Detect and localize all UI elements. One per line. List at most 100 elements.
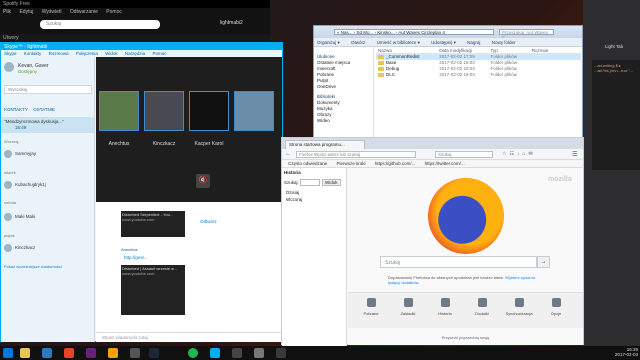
bookmark[interactable]: https://github.com/...: [375, 161, 416, 166]
menu-icon[interactable]: ☰: [572, 151, 577, 158]
vs-window: Light Tab: [583, 0, 640, 346]
history-item[interactable]: Wczoraj: [286, 197, 302, 202]
toolbar-button[interactable]: Udostępnij ▾: [431, 40, 456, 45]
explorer-toolbar: Organizuj ▾ Otwórz Umieść w bibliotece ▾…: [314, 38, 582, 47]
bookmarks-bar: Często odwiedzane Pierwsze kroki https:/…: [282, 160, 583, 168]
menu-item[interactable]: Połączenia: [76, 51, 98, 56]
back-icon[interactable]: ←: [285, 151, 291, 157]
menu-item[interactable]: Kontakty: [24, 51, 42, 56]
video-card[interactable]: Distorbed Serpentine - You... www.youtub…: [121, 211, 185, 237]
search-input[interactable]: Szukaj: [380, 256, 537, 268]
participant-video[interactable]: [144, 91, 184, 131]
mute-icon[interactable]: 🔇: [196, 174, 210, 188]
app-taskbar-icon[interactable]: [254, 348, 264, 358]
launcher-downloads[interactable]: Pobrane: [356, 298, 386, 316]
column-header[interactable]: Rozmiar: [532, 48, 549, 53]
app-taskbar-icon[interactable]: [276, 348, 286, 358]
toolbar-icons[interactable]: ☆☷↓⌂✉: [502, 151, 536, 157]
url-input[interactable]: Firefox Wpisz adres lub szukaj: [296, 151, 416, 158]
menu-item[interactable]: Skype: [4, 51, 17, 56]
toolbar-button[interactable]: Nowy folder: [492, 40, 516, 45]
search-input[interactable]: Wyszukaj: [4, 85, 92, 94]
participant-video[interactable]: [99, 91, 139, 131]
firefox-window: Strona startowa programu... ← Firefox Wp…: [281, 137, 584, 346]
skype-taskbar-icon[interactable]: [210, 348, 220, 358]
search-input[interactable]: Przeszukaj: Aut Waves C...: [499, 29, 554, 40]
menu-item[interactable]: Rozmowa: [49, 51, 69, 56]
spotify-search-input[interactable]: Szukaj: [40, 20, 160, 29]
ie-taskbar-icon[interactable]: [42, 348, 52, 358]
file-name: Base: [386, 60, 397, 65]
list-item[interactable]: Maki Maki: [4, 213, 35, 221]
search-input[interactable]: Szukaj: [435, 151, 493, 158]
participant-video[interactable]: [234, 91, 274, 131]
list-item[interactable]: Kubachujdryk1j: [4, 181, 46, 189]
toolbar-button[interactable]: Otwórz: [351, 40, 365, 45]
column-header[interactable]: Typ: [491, 48, 531, 53]
search-go-button[interactable]: →: [537, 256, 550, 268]
spotify-taskbar-icon[interactable]: [188, 348, 198, 358]
folder-icon: [378, 54, 384, 59]
tab-contacts[interactable]: KONTAKTY: [4, 107, 28, 112]
app-taskbar-icon[interactable]: [232, 348, 242, 358]
skype-title: Skype™ - lightmabi: [1, 43, 282, 50]
video-card[interactable]: Distorbed | Assault wrzesie w... www.you…: [121, 265, 185, 315]
file-type: Folder plików: [490, 72, 518, 77]
address-bar[interactable]: « Nas... › Sd Mo... › Kinsko... › Aut Wa…: [334, 29, 494, 35]
steam-taskbar-icon[interactable]: [149, 348, 159, 358]
menu-item[interactable]: Pomoc: [152, 51, 166, 56]
restore-session-link[interactable]: Przywróć poprzednią sesję: [348, 332, 583, 345]
column-header[interactable]: Data modyfikacji: [439, 48, 489, 53]
launcher-history[interactable]: Historia: [430, 298, 460, 316]
history-icon: [440, 298, 450, 307]
code-editor[interactable]: ...ad.writing $ ▸ ...ad:%s;)\n\n...rror:…: [592, 60, 640, 170]
active-conversation[interactable]: "Mendzyrozmowa dyskusja..." 15:49: [1, 117, 94, 133]
panel-title[interactable]: Light Tab: [605, 44, 623, 49]
bookmark[interactable]: Często odwiedzane: [288, 161, 327, 166]
menu-item[interactable]: Widok: [105, 51, 118, 56]
table-row[interactable]: DLC 2017-02-02 18:03 Folder plików: [376, 72, 581, 78]
spotify-user[interactable]: lightmabi2: [220, 20, 243, 26]
launcher-sync[interactable]: Synchronizacja: [504, 298, 534, 316]
bookmark[interactable]: https://twitter.com/...: [425, 161, 465, 166]
toolbar-button[interactable]: Umieść w bibliotece ▾: [377, 40, 420, 45]
toolbar-button[interactable]: Nagraj: [467, 40, 480, 45]
participant-video[interactable]: [189, 91, 229, 131]
launcher-bookmarks[interactable]: Zakładki: [393, 298, 423, 316]
show-older-link[interactable]: Pokaż wcześniejsze wiadomości: [4, 264, 62, 269]
menu-item[interactable]: Edytuj: [19, 9, 33, 15]
launcher-addons[interactable]: Dodatki: [467, 298, 497, 316]
launcher-options[interactable]: Opcje: [541, 298, 571, 316]
profile[interactable]: Kevan, Gaver Dostępny: [4, 62, 92, 78]
menu-item[interactable]: Wyświetl: [42, 9, 62, 15]
play-link[interactable]: Odtwórz: [200, 219, 217, 224]
clock[interactable]: 16:39 2017-02-03: [608, 347, 638, 357]
tree-item[interactable]: Wideo: [317, 118, 370, 124]
vs-taskbar-icon[interactable]: [86, 348, 96, 358]
tree-item[interactable]: OneDrive: [317, 84, 370, 90]
list-item[interactable]: Kinczkacz: [4, 244, 35, 252]
list-item[interactable]: Sammyjay: [4, 150, 36, 158]
spotify-tracks-bar: Utwory: [0, 34, 270, 42]
windows-start-icon[interactable]: [3, 348, 13, 358]
firefox-taskbar-icon[interactable]: [64, 348, 74, 358]
menu-item[interactable]: Pomoc: [106, 9, 122, 15]
toolbar-button[interactable]: Organizuj ▾: [317, 40, 340, 45]
menu-item[interactable]: Narzędzia: [125, 51, 145, 56]
sidebar-view-button[interactable]: Widok: [322, 179, 341, 186]
menu-item[interactable]: Odtwarzanie: [70, 9, 98, 15]
tab-recent[interactable]: OSTATNIE: [33, 107, 55, 112]
chat-input[interactable]: Wpisz wiadomość tutaj: [96, 332, 282, 342]
participant-name: Anechtus: [108, 141, 130, 147]
history-item[interactable]: Dzisiaj: [286, 190, 299, 195]
browser-tab[interactable]: Strona startowa programu...: [285, 140, 365, 149]
column-header[interactable]: Nazwa: [378, 48, 438, 53]
bookmark[interactable]: Pierwsze kroki: [337, 161, 366, 166]
message-link[interactable]: http://gest...: [124, 255, 148, 260]
sidebar-search-input[interactable]: [300, 179, 320, 186]
app-taskbar-icon[interactable]: [130, 348, 140, 358]
menu-item[interactable]: Plik: [3, 9, 11, 15]
explorer-taskbar-icon[interactable]: [20, 348, 30, 358]
folder-icon: [378, 66, 384, 71]
app-taskbar-icon[interactable]: [108, 348, 118, 358]
